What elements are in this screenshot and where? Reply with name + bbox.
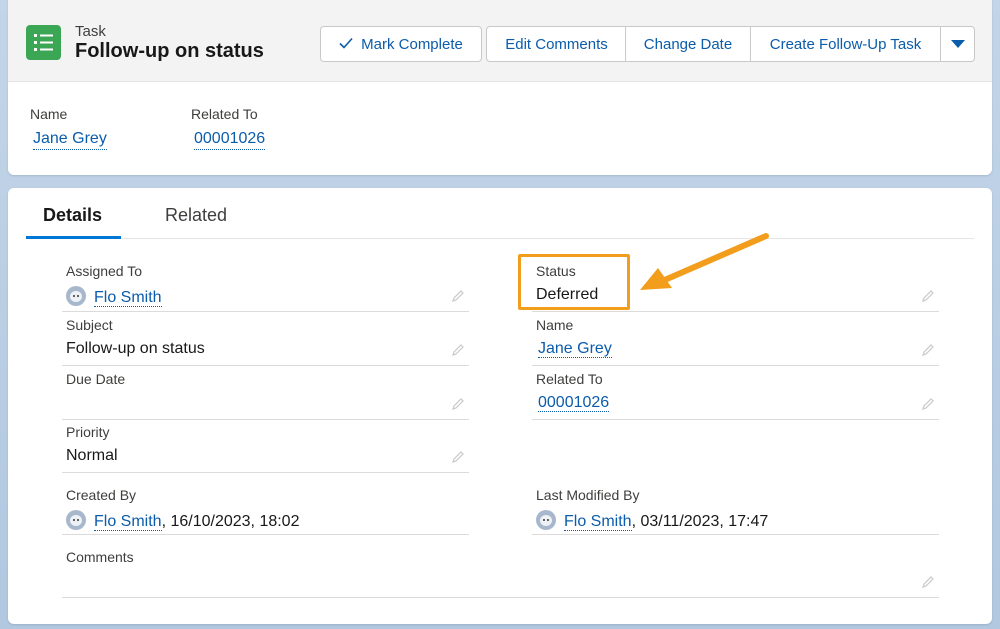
last-modified-user-link[interactable]: Flo Smith [564, 513, 632, 531]
user-avatar-icon [66, 510, 86, 530]
annotation-arrow-icon [640, 233, 769, 290]
pencil-edit-icon[interactable] [921, 575, 935, 589]
tab-bar: Details Related [26, 188, 974, 239]
field-label: Assigned To [66, 263, 143, 279]
header-top-bar: Task Follow-up on status Mark Complete E… [8, 0, 992, 82]
field-value: Normal [66, 447, 118, 464]
field-assigned-to: Assigned To Flo Smith [62, 258, 469, 312]
field-comments: Comments [62, 544, 939, 598]
change-date-button[interactable]: Change Date [625, 26, 751, 62]
task-list-icon [26, 25, 61, 60]
pencil-edit-icon[interactable] [451, 289, 465, 303]
user-avatar-icon [66, 286, 86, 306]
field-name: Name Jane Grey [532, 312, 939, 366]
status-highlight-box [518, 254, 630, 310]
pencil-edit-icon[interactable] [921, 397, 935, 411]
field-label: Comments [66, 549, 134, 565]
pencil-edit-icon[interactable] [451, 343, 465, 357]
chevron-down-icon [950, 40, 965, 48]
pencil-edit-icon[interactable] [921, 289, 935, 303]
create-follow-up-label: Create Follow-Up Task [769, 35, 922, 53]
field-label: Subject [66, 317, 113, 333]
field-value: Flo Smith, 03/11/2023, 17:47 [536, 510, 768, 531]
mark-complete-label: Mark Complete [361, 35, 463, 53]
field-due-date: Due Date [62, 366, 469, 420]
record-header: Task Follow-up on status Mark Complete E… [8, 0, 992, 175]
field-value: Flo Smith [66, 286, 162, 307]
created-date: , 16/10/2023, 18:02 [161, 513, 300, 530]
field-label: Created By [66, 487, 137, 503]
edit-comments-label: Edit Comments [505, 35, 608, 53]
check-icon [339, 36, 353, 53]
last-modified-date: , 03/11/2023, 17:47 [631, 513, 769, 530]
pencil-edit-icon[interactable] [451, 450, 465, 464]
created-by-user-link[interactable]: Flo Smith [94, 513, 162, 531]
field-value: Jane Grey [538, 340, 612, 358]
active-tab-indicator [26, 236, 121, 239]
record-title: Follow-up on status [75, 40, 264, 62]
more-actions-button[interactable] [940, 26, 975, 62]
field-value: 00001026 [538, 394, 610, 412]
field-subject: Subject Follow-up on status [62, 312, 469, 366]
field-label: Name [536, 317, 574, 333]
pencil-edit-icon[interactable] [451, 397, 465, 411]
assigned-user-link[interactable]: Flo Smith [94, 289, 162, 307]
create-follow-up-task-button[interactable]: Create Follow-Up Task [750, 26, 941, 62]
field-label: Priority [66, 424, 110, 440]
object-label: Task [75, 23, 106, 40]
field-label: Related To [536, 371, 603, 387]
related-to-link[interactable]: 00001026 [538, 394, 610, 412]
tab-details[interactable]: Details [43, 205, 102, 226]
name-link[interactable]: Jane Grey [538, 340, 612, 358]
field-value: Follow-up on status [66, 340, 205, 357]
field-priority: Priority Normal [62, 419, 469, 473]
change-date-label: Change Date [643, 35, 733, 53]
field-label: Last Modified By [536, 487, 640, 503]
field-last-modified-by: Last Modified By Flo Smith, 03/11/2023, … [532, 482, 939, 535]
tab-related[interactable]: Related [165, 205, 227, 226]
field-value: Flo Smith, 16/10/2023, 18:02 [66, 510, 299, 531]
pencil-edit-icon[interactable] [921, 343, 935, 357]
highlight-name-link[interactable]: Jane Grey [33, 130, 107, 150]
mark-complete-button[interactable]: Mark Complete [320, 26, 482, 62]
details-card: Details Related Assigned To Flo Smith Su… [8, 188, 992, 624]
field-created-by: Created By Flo Smith, 16/10/2023, 18:02 [62, 482, 469, 535]
field-related-to: Related To 00001026 [532, 366, 939, 420]
user-avatar-icon [536, 510, 556, 530]
highlight-related-link[interactable]: 00001026 [194, 130, 266, 150]
highlight-related-label: Related To [191, 106, 258, 122]
field-label: Due Date [66, 371, 126, 387]
highlight-name-label: Name [30, 106, 68, 122]
edit-comments-button[interactable]: Edit Comments [486, 26, 627, 62]
